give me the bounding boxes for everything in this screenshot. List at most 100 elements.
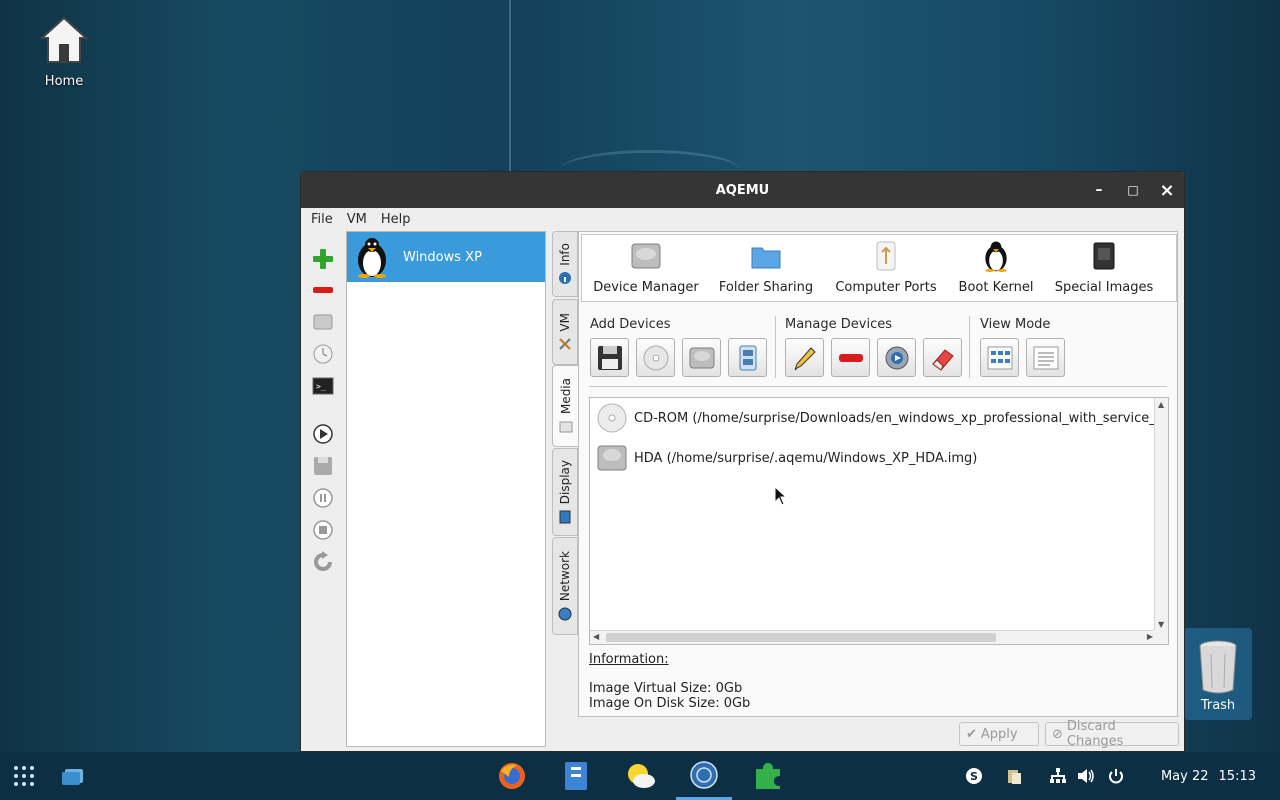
remove-device-button[interactable] [831, 338, 870, 377]
clock[interactable]: May 22 15:13 [1161, 752, 1256, 800]
add-devices-group: Add Devices [590, 317, 767, 377]
edit-device-button[interactable] [785, 338, 824, 377]
information-heading: Information: [589, 652, 669, 667]
add-harddisk-button[interactable] [682, 338, 721, 377]
tab-vm[interactable]: VM [552, 299, 578, 365]
vm-list-item[interactable]: Windows XP [347, 232, 545, 282]
stop-vm-button[interactable] [311, 518, 335, 542]
taskbar-extensions[interactable] [750, 752, 786, 800]
vertical-scrollbar[interactable]: ▲ ▼ [1154, 398, 1168, 632]
tab-display[interactable]: Display [552, 448, 578, 536]
scroll-left-icon[interactable]: ◀ [593, 633, 599, 641]
scroll-down-icon[interactable]: ▼ [1158, 621, 1164, 629]
harddisk-icon [313, 314, 333, 330]
taskbar-firefox[interactable] [494, 752, 530, 800]
minus-icon [838, 353, 863, 362]
desktop-trash-icon[interactable]: Trash [1184, 628, 1252, 720]
remove-vm-button[interactable] [311, 278, 335, 302]
list-item-cdrom[interactable]: CD-ROM (/home/surprise/Downloads/en_wind… [596, 402, 1168, 434]
clipboard-tray[interactable] [1004, 766, 1024, 786]
boot-kernel-label: Boot Kernel [958, 280, 1034, 295]
separator [969, 316, 970, 378]
app-grid-icon [14, 766, 34, 786]
device-manager-label: Device Manager [593, 280, 699, 295]
plus-icon [313, 249, 333, 269]
menu-bar: File VM Help [301, 208, 1184, 230]
horizontal-scrollbar[interactable]: ◀ ▶ [590, 630, 1156, 644]
skype-icon: S [966, 768, 982, 784]
tab-media[interactable]: Media [552, 365, 580, 447]
manage-devices-group: Manage Devices [785, 317, 962, 377]
skype-tray[interactable]: S [964, 766, 984, 786]
harddisk-icon [630, 240, 662, 272]
save-vm-button[interactable] [311, 454, 335, 478]
tab-network-label: Network [558, 550, 572, 602]
taskbar-weather[interactable] [622, 752, 658, 800]
display-icon [559, 510, 571, 524]
maximize-button[interactable]: □ [1118, 172, 1148, 208]
special-images-button[interactable]: Special Images [1042, 235, 1166, 301]
app-grid-button[interactable] [10, 752, 38, 800]
taskbar-aqemu[interactable] [676, 752, 732, 800]
add-cdrom-button[interactable] [636, 338, 675, 377]
network-icon [558, 607, 572, 621]
network-tray[interactable] [1048, 766, 1068, 786]
tab-vm-label: VM [558, 312, 572, 332]
tab-info-label: Info [558, 242, 572, 266]
view-mode-label: View Mode [980, 317, 1051, 332]
volume-icon [1078, 769, 1094, 783]
device-manager-button[interactable]: Device Manager [582, 235, 710, 301]
menu-vm[interactable]: VM [341, 212, 375, 227]
separator [775, 316, 776, 378]
clear-devices-button[interactable] [923, 338, 962, 377]
start-vm-button[interactable] [311, 422, 335, 446]
scroll-up-icon[interactable]: ▲ [1158, 401, 1164, 409]
menu-file[interactable]: File [305, 212, 341, 227]
trash-icon [1199, 640, 1237, 694]
reset-vm-button[interactable] [311, 550, 335, 574]
view-mode-group: View Mode [980, 317, 1065, 377]
folder-sharing-button[interactable]: Folder Sharing [710, 235, 822, 301]
tab-info[interactable]: Info [552, 231, 578, 297]
device-settings-button[interactable] [877, 338, 916, 377]
close-button[interactable]: × [1152, 172, 1182, 208]
info-icon [559, 272, 571, 285]
special-images-label: Special Images [1054, 280, 1154, 295]
section-toolbar: Device Manager Folder Sharing Computer P… [581, 234, 1177, 302]
firefox-icon [499, 763, 525, 789]
stop-icon [313, 520, 333, 540]
console-button[interactable]: >_ [311, 374, 335, 398]
scroll-right-icon[interactable]: ▶ [1147, 633, 1153, 641]
storage-icon [739, 345, 756, 370]
boot-kernel-button[interactable]: Boot Kernel [950, 235, 1042, 301]
vm-properties-button[interactable] [311, 310, 335, 334]
list-view-button[interactable] [1026, 338, 1065, 377]
computer-ports-button[interactable]: Computer Ports [822, 235, 950, 301]
image-virtual-size: Image Virtual Size: 0Gb [589, 681, 743, 696]
minimize-button[interactable]: – [1084, 172, 1114, 208]
aqemu-window: AQEMU – □ × File VM Help >_ Windows XP I… [300, 171, 1185, 752]
separator [589, 386, 1167, 387]
floppy-icon [314, 457, 332, 475]
add-vm-button[interactable] [311, 247, 335, 271]
scroll-thumb[interactable] [606, 633, 996, 642]
vm-name: Windows XP [403, 249, 482, 265]
list-item-hda[interactable]: HDA (/home/surprise/.aqemu/Windows_XP_HD… [596, 442, 977, 474]
power-tray[interactable] [1106, 766, 1126, 786]
pause-vm-button[interactable] [311, 486, 335, 510]
title-bar[interactable]: AQEMU – □ × [301, 172, 1184, 208]
volume-tray[interactable] [1076, 766, 1096, 786]
taskbar-file-manager[interactable] [558, 752, 594, 800]
icon-view-button[interactable] [980, 338, 1019, 377]
menu-help[interactable]: Help [375, 212, 419, 227]
discard-changes-button[interactable]: ⊘ Discard Changes [1045, 719, 1179, 749]
add-storage-button[interactable] [728, 338, 767, 377]
add-floppy-button[interactable] [590, 338, 629, 377]
show-windows-button[interactable] [58, 752, 88, 800]
tab-network[interactable]: Network [552, 537, 578, 635]
desktop-home-icon[interactable]: Home [24, 14, 104, 89]
floppy-icon [597, 345, 622, 370]
snapshot-button[interactable] [311, 342, 335, 366]
apply-button[interactable]: ✔ Apply [959, 722, 1039, 746]
maximize-icon: □ [1127, 183, 1139, 197]
